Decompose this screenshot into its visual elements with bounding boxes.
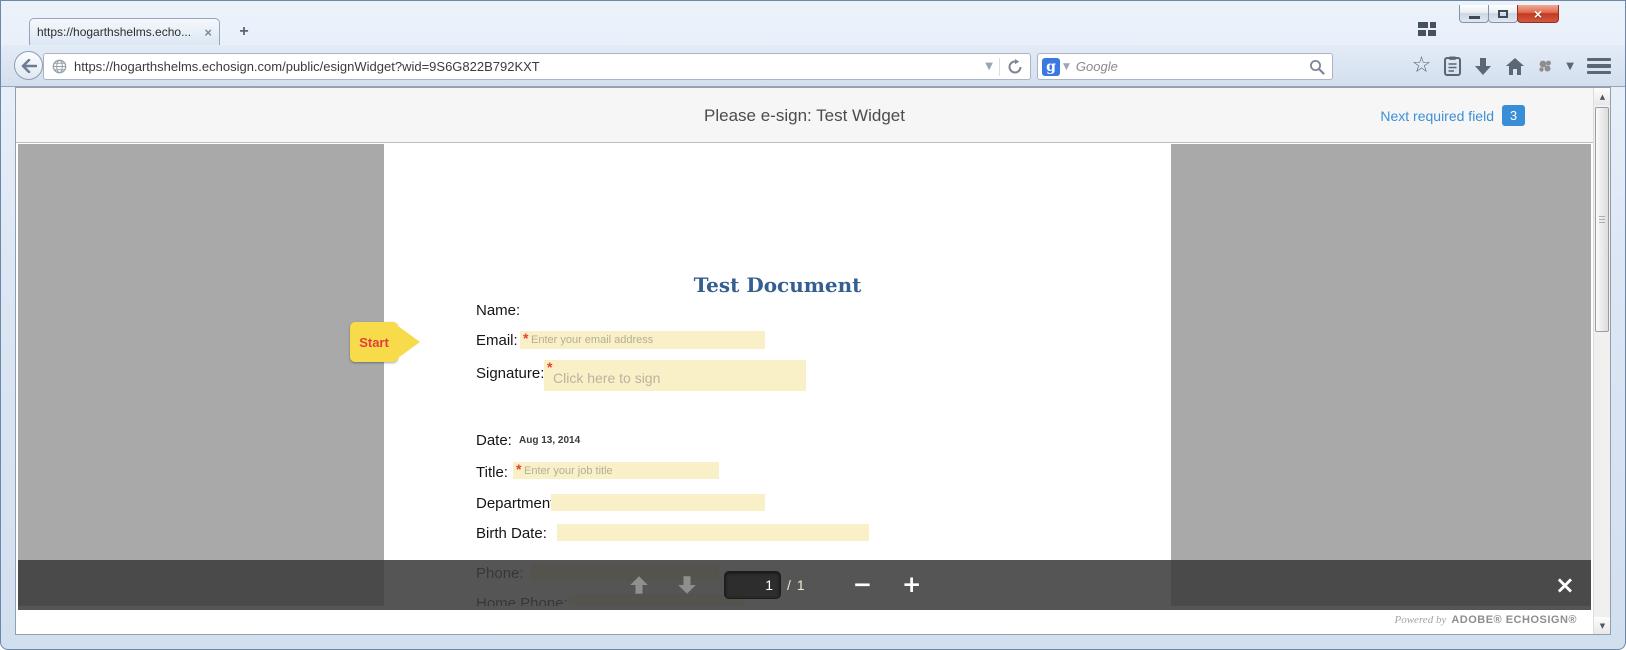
field-label-birth-date: Birth Date: [476,525,547,542]
department-field[interactable] [551,494,765,511]
new-tab-button[interactable]: + [231,23,257,42]
required-marker: * [516,461,522,477]
window-controls: × [1459,5,1559,23]
scrollbar-up-icon[interactable]: ▲ [1594,88,1610,105]
search-input[interactable]: Google [1076,59,1309,74]
field-label-department: Department: [476,495,559,512]
next-required-label[interactable]: Next required field [1380,108,1494,124]
start-tag[interactable]: Start [350,322,398,362]
required-marker: * [547,359,553,375]
download-icon[interactable] [1474,57,1492,76]
job-title-field[interactable]: * Enter your job title [513,461,719,479]
bookmark-star-icon[interactable]: ☆ [1412,55,1432,77]
previous-page-button[interactable] [628,574,650,596]
tab-title: https://hogarthshelms.echo... [37,25,192,39]
esign-footer: Powered by ADOBE® ECHOSIGN® [16,606,1593,634]
page-number-input[interactable] [724,571,781,599]
close-toolbar-button[interactable]: × [1555,560,1575,610]
tab-strip: https://hogarthshelms.echo... × + × [1,1,1625,45]
document-page: Test Document Name: Email: * Enter your … [384,144,1171,606]
reading-list-icon[interactable] [1444,56,1462,76]
email-field[interactable]: * Enter your email address [520,330,765,349]
field-label-email: Email: [476,332,518,349]
page-toolbar-controls: / 1 − + [628,560,921,610]
search-bar[interactable]: g ▼ Google [1037,53,1333,80]
next-required-field[interactable]: Next required field 3 [1380,88,1525,143]
start-tag-label: Start [359,334,389,350]
tab-groups-icon[interactable] [1418,22,1436,37]
browser-tab[interactable]: https://hogarthshelms.echo... × [29,18,220,45]
back-button[interactable] [14,51,43,80]
required-marker: * [523,330,529,346]
esign-header: Please e-sign: Test Widget Next required… [16,88,1593,143]
url-dropdown-icon[interactable]: ▼ [979,61,999,72]
page-toolbar: / 1 − + × [18,560,1591,610]
close-window-button[interactable]: × [1517,5,1559,23]
page-total-value: 1 [796,577,805,593]
birth-date-field[interactable] [557,524,869,541]
adobe-echosign-logo: ADOBE® ECHOSIGN® [1451,614,1577,626]
down-arrow-icon [678,576,696,594]
zoom-in-button[interactable]: + [902,573,921,597]
menu-icon[interactable] [1587,57,1611,75]
back-icon [21,58,37,73]
next-required-badge: 3 [1502,105,1525,126]
email-placeholder: Enter your email address [531,334,654,346]
date-value: Aug 13, 2014 [519,435,581,446]
minimize-icon [1468,15,1480,19]
scrollbar-thumb[interactable] [1595,107,1609,332]
field-label-name: Name: [476,302,521,319]
job-title-placeholder: Enter your job title [524,465,613,477]
page-separator: / [787,577,791,593]
reload-button[interactable] [1000,58,1030,75]
field-label-date: Date: [476,432,512,449]
globe-icon [52,59,67,74]
field-label-title: Title: [476,464,508,481]
navigation-bar: https://hogarthshelms.echosign.com/publi… [1,45,1625,87]
maximize-icon [1498,9,1508,18]
document-area: Test Document Name: Email: * Enter your … [18,144,1591,606]
scrollbar-down-icon[interactable]: ▼ [1594,617,1610,634]
start-tag-arrow-icon [398,326,420,358]
next-page-button[interactable] [676,574,698,596]
signature-field[interactable]: * Click here to sign [544,359,806,391]
reload-icon [1008,58,1022,73]
page-viewport: Please e-sign: Test Widget Next required… [15,87,1611,635]
maximize-button[interactable] [1488,5,1518,23]
close-icon: × [1533,5,1543,22]
url-text[interactable]: https://hogarthshelms.echosign.com/publi… [74,59,979,74]
toolbar-icons: ☆ ▼ [1412,45,1625,87]
search-engine-dropdown-icon[interactable]: ▼ [1060,62,1076,72]
tab-close-icon[interactable]: × [204,26,212,39]
up-arrow-icon [630,576,648,594]
powered-by-label: Powered by [1394,614,1447,626]
page-title: Please e-sign: Test Widget [704,106,905,125]
document-title: Test Document [693,273,862,297]
page-scrollbar[interactable]: ▲ ▼ [1593,88,1610,634]
home-icon[interactable] [1505,57,1525,76]
addon-dropdown-icon[interactable]: ▼ [1566,61,1574,72]
search-icon[interactable] [1309,59,1325,75]
minimize-button[interactable] [1459,5,1489,23]
page-count: / 1 [787,577,805,593]
addon-icon[interactable] [1538,59,1553,73]
signature-placeholder: Click here to sign [553,370,661,386]
zoom-out-button[interactable]: − [853,573,872,597]
field-label-signature: Signature: [476,365,545,382]
url-bar[interactable]: https://hogarthshelms.echosign.com/publi… [43,53,1031,80]
google-icon: g [1042,57,1060,76]
browser-window: https://hogarthshelms.echo... × + × http… [0,0,1626,650]
